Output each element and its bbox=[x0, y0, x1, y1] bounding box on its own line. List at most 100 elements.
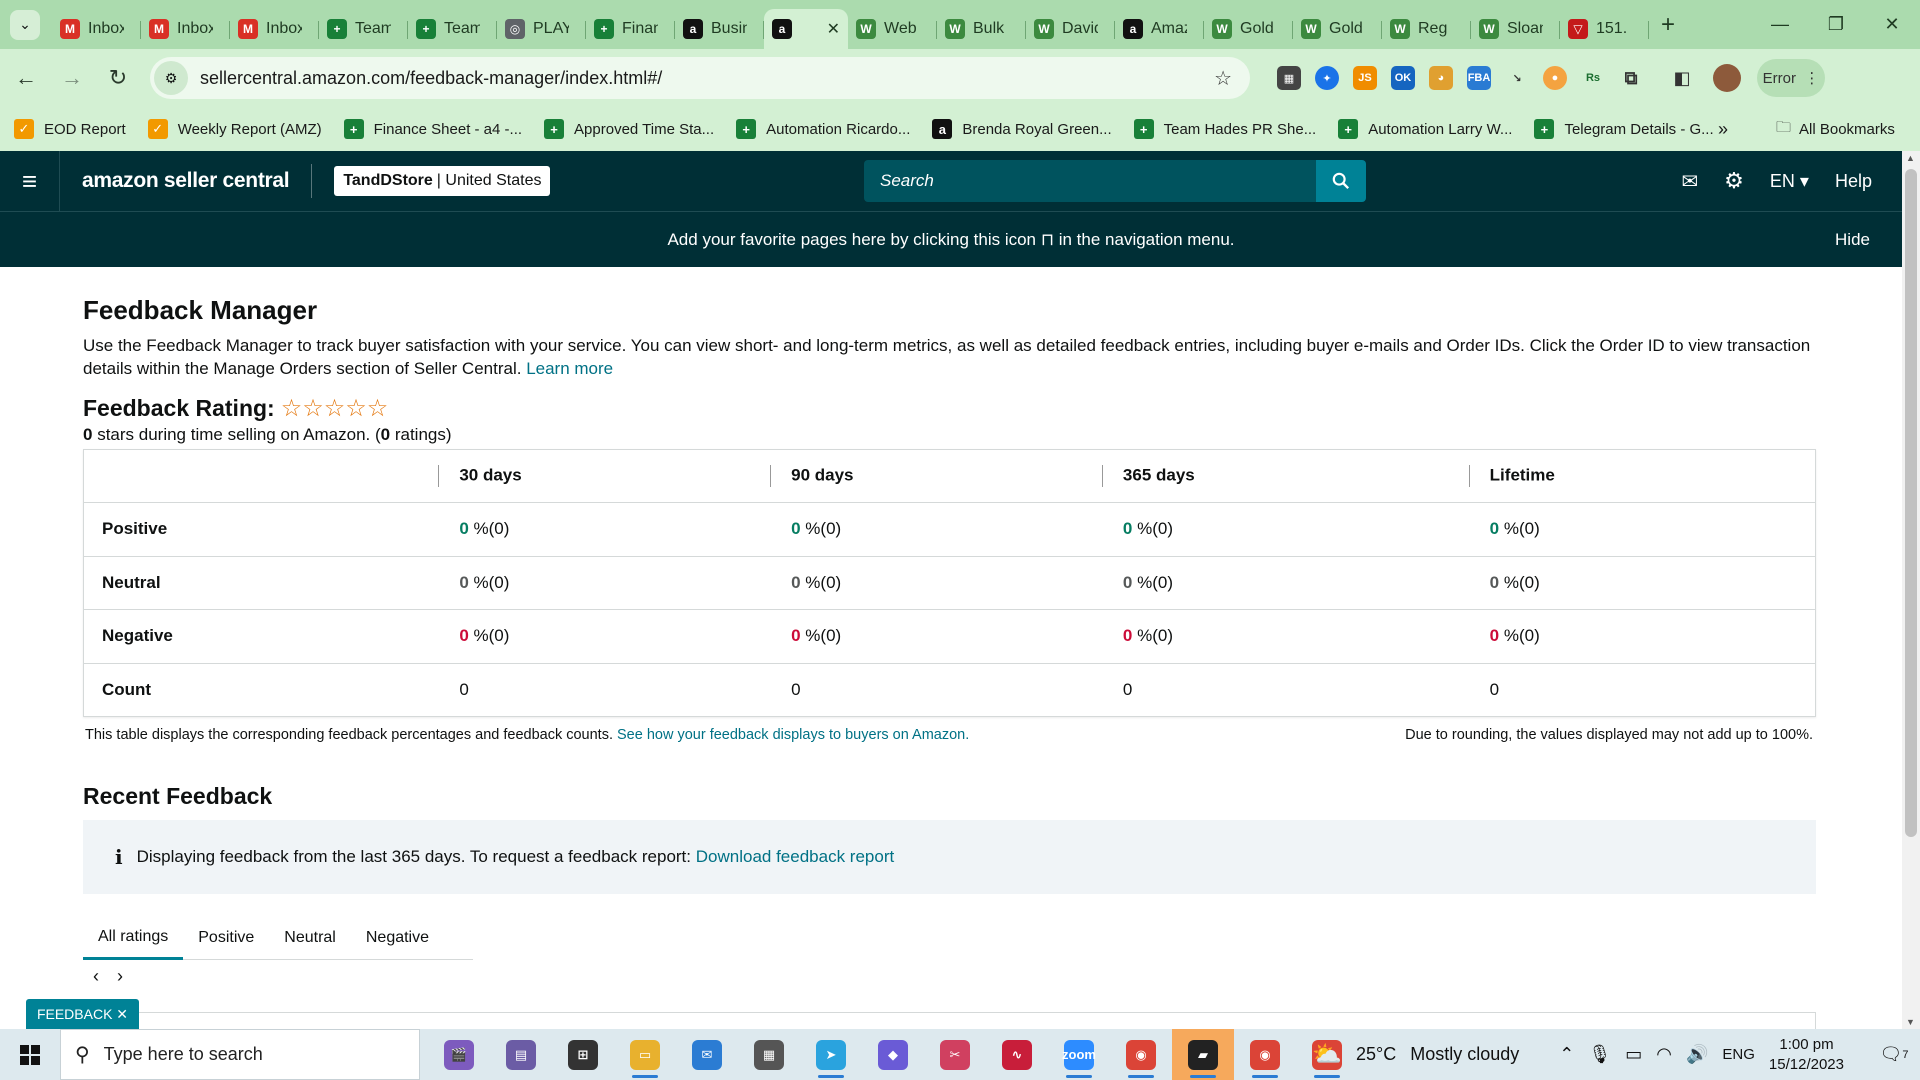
back-button[interactable]: ← bbox=[6, 58, 46, 98]
messages-icon[interactable]: ✉ bbox=[1681, 169, 1698, 194]
taskbar-app[interactable]: ▰ bbox=[1172, 1029, 1234, 1080]
browser-tab[interactable]: W Sloan bbox=[1471, 9, 1560, 49]
bookmark-item[interactable]: ✓ EOD Report bbox=[14, 119, 126, 139]
scroll-up-arrow[interactable]: ▲ bbox=[1906, 153, 1915, 163]
site-info-icon[interactable]: ⚙ bbox=[154, 61, 188, 95]
weather-temp[interactable]: 25°C bbox=[1356, 1044, 1396, 1065]
browser-tab[interactable]: + Team bbox=[319, 9, 408, 49]
browser-tab[interactable]: + Team bbox=[408, 9, 497, 49]
address-bar[interactable]: ⚙ sellercentral.amazon.com/feedback-mana… bbox=[150, 57, 1250, 99]
taskbar-app[interactable]: 🎬 bbox=[428, 1029, 490, 1080]
chevron-left-icon[interactable]: ‹ bbox=[93, 966, 99, 987]
rs-extension-icon[interactable]: Rs bbox=[1581, 66, 1605, 90]
taskbar-app[interactable]: ▦ bbox=[738, 1029, 800, 1080]
show-hidden-icons[interactable]: ⌃ bbox=[1559, 1044, 1574, 1065]
amazon-seller-central-logo[interactable]: amazon seller central bbox=[82, 169, 290, 193]
side-panel-icon[interactable]: ◧ bbox=[1670, 66, 1694, 90]
browser-tab[interactable]: W Bulk bbox=[937, 9, 1026, 49]
browser-tab[interactable]: a Amazon bbox=[1115, 9, 1204, 49]
display-icon[interactable]: ▭ bbox=[1625, 1044, 1642, 1065]
taskbar-app[interactable]: ✉ bbox=[676, 1029, 738, 1080]
browser-tab[interactable]: + Finance bbox=[586, 9, 675, 49]
browser-tab[interactable]: M Inbox bbox=[52, 9, 141, 49]
taskbar-app[interactable]: ⊞ bbox=[552, 1029, 614, 1080]
bookmark-item[interactable]: + Team Hades PR She... bbox=[1133, 119, 1316, 139]
language-selector[interactable]: EN ▾ bbox=[1770, 171, 1809, 192]
close-tab-icon[interactable]: ✕ bbox=[827, 19, 840, 39]
minimize-button[interactable]: — bbox=[1752, 0, 1808, 49]
taskbar-app[interactable]: ◉ bbox=[1110, 1029, 1172, 1080]
search-input[interactable]: Search bbox=[864, 160, 1316, 202]
ok-extension-icon[interactable]: OK bbox=[1391, 66, 1415, 90]
reload-button[interactable]: ↻ bbox=[98, 58, 138, 98]
taskbar-app[interactable]: ➤ bbox=[800, 1029, 862, 1080]
taskbar-app[interactable]: ▭ bbox=[614, 1029, 676, 1080]
microphone-icon[interactable]: 🎙 bbox=[1588, 1044, 1611, 1065]
browser-tab[interactable]: a Business bbox=[675, 9, 764, 49]
rating-tab[interactable]: Negative bbox=[351, 916, 444, 960]
taskbar-search-box[interactable]: ⚲ Type here to search bbox=[60, 1029, 420, 1080]
store-selector[interactable]: TandDStore | United States bbox=[334, 166, 551, 196]
input-language[interactable]: ENG bbox=[1722, 1046, 1755, 1063]
arrow-extension-icon[interactable]: ↘ bbox=[1505, 66, 1529, 90]
bookmark-item[interactable]: + Automation Larry W... bbox=[1338, 119, 1512, 139]
new-tab-button[interactable]: + bbox=[1661, 11, 1675, 39]
error-menu-button[interactable]: Error ⋮ bbox=[1757, 59, 1825, 97]
rating-tab[interactable]: Positive bbox=[183, 916, 269, 960]
settings-gear-icon[interactable]: ⚙ bbox=[1724, 168, 1744, 194]
qr-extension-icon[interactable]: ▦ bbox=[1277, 66, 1301, 90]
feedback-display-link[interactable]: See how your feedback displays to buyers… bbox=[617, 727, 969, 743]
bookmark-item[interactable]: + Telegram Details - G... bbox=[1534, 119, 1714, 139]
rating-tab[interactable]: Neutral bbox=[269, 916, 351, 960]
scroll-thumb[interactable] bbox=[1905, 169, 1917, 837]
weather-text[interactable]: Mostly cloudy bbox=[1410, 1044, 1519, 1065]
cat-extension-icon[interactable]: ◕ bbox=[1429, 66, 1453, 90]
taskbar-app[interactable]: ▤ bbox=[490, 1029, 552, 1080]
browser-tab[interactable]: ◎ PLAY bbox=[497, 9, 586, 49]
orange-extension-icon[interactable]: ● bbox=[1543, 66, 1567, 90]
search-button[interactable] bbox=[1316, 160, 1366, 202]
help-link[interactable]: Help bbox=[1835, 171, 1872, 192]
bookmark-item[interactable]: + Automation Ricardo... bbox=[736, 119, 910, 139]
extension-blue-icon[interactable]: ✦ bbox=[1315, 66, 1339, 90]
bookmark-item[interactable]: ✓ Weekly Report (AMZ) bbox=[147, 119, 322, 139]
hide-banner-button[interactable]: Hide bbox=[1835, 230, 1870, 250]
all-bookmarks-button[interactable]: 🗀 All Bookmarks bbox=[1776, 117, 1895, 142]
bookmark-item[interactable]: a Brenda Royal Green... bbox=[932, 119, 1112, 139]
feedback-widget-button[interactable]: FEEDBACK ✕ bbox=[26, 999, 139, 1029]
browser-tab[interactable]: a ✕ bbox=[764, 9, 848, 49]
browser-tab[interactable]: M Inbox bbox=[230, 9, 319, 49]
more-bookmarks-icon[interactable]: » bbox=[1718, 119, 1728, 140]
taskbar-app[interactable]: ◆ bbox=[862, 1029, 924, 1080]
fba-extension-icon[interactable]: FBA bbox=[1467, 66, 1491, 90]
clock[interactable]: 1:00 pm 15/12/2023 bbox=[1769, 1035, 1844, 1075]
taskbar-app[interactable]: ◉ bbox=[1234, 1029, 1296, 1080]
profile-avatar[interactable] bbox=[1713, 64, 1741, 92]
close-window-button[interactable]: ✕ bbox=[1864, 0, 1920, 49]
taskbar-app[interactable]: ✂ bbox=[924, 1029, 986, 1080]
restore-button[interactable]: ❐ bbox=[1808, 0, 1864, 49]
browser-tab[interactable]: M Inbox bbox=[141, 9, 230, 49]
weather-icon[interactable]: ⛅ bbox=[1312, 1040, 1342, 1069]
taskbar-app[interactable]: ∿ bbox=[986, 1029, 1048, 1080]
browser-tab[interactable]: W Gold bbox=[1293, 9, 1382, 49]
scroll-down-arrow[interactable]: ▼ bbox=[1906, 1017, 1915, 1027]
browser-tab[interactable]: W Reg bbox=[1382, 9, 1471, 49]
tab-search-button[interactable]: ⌄ bbox=[10, 9, 40, 40]
volume-icon[interactable]: 🔊 bbox=[1686, 1044, 1708, 1065]
windows-start-icon[interactable] bbox=[0, 1044, 60, 1065]
page-scrollbar[interactable]: ▲ ▼ bbox=[1902, 151, 1920, 1029]
learn-more-link[interactable]: Learn more bbox=[526, 359, 613, 378]
browser-tab[interactable]: W David bbox=[1026, 9, 1115, 49]
js-extension-icon[interactable]: JS bbox=[1353, 66, 1377, 90]
browser-tab[interactable]: W Web bbox=[848, 9, 937, 49]
browser-tab[interactable]: ▽ 151. bbox=[1560, 9, 1649, 49]
hamburger-menu-icon[interactable]: ≡ bbox=[0, 151, 60, 211]
url-text[interactable]: sellercentral.amazon.com/feedback-manage… bbox=[200, 68, 662, 89]
extensions-puzzle-icon[interactable]: ⧉ bbox=[1619, 66, 1643, 90]
download-feedback-report-link[interactable]: Download feedback report bbox=[696, 847, 894, 867]
rating-tab[interactable]: All ratings bbox=[83, 916, 184, 960]
browser-tab[interactable]: W Gold bbox=[1204, 9, 1293, 49]
forward-button[interactable]: → bbox=[52, 58, 92, 98]
taskbar-app[interactable]: zoom bbox=[1048, 1029, 1110, 1080]
